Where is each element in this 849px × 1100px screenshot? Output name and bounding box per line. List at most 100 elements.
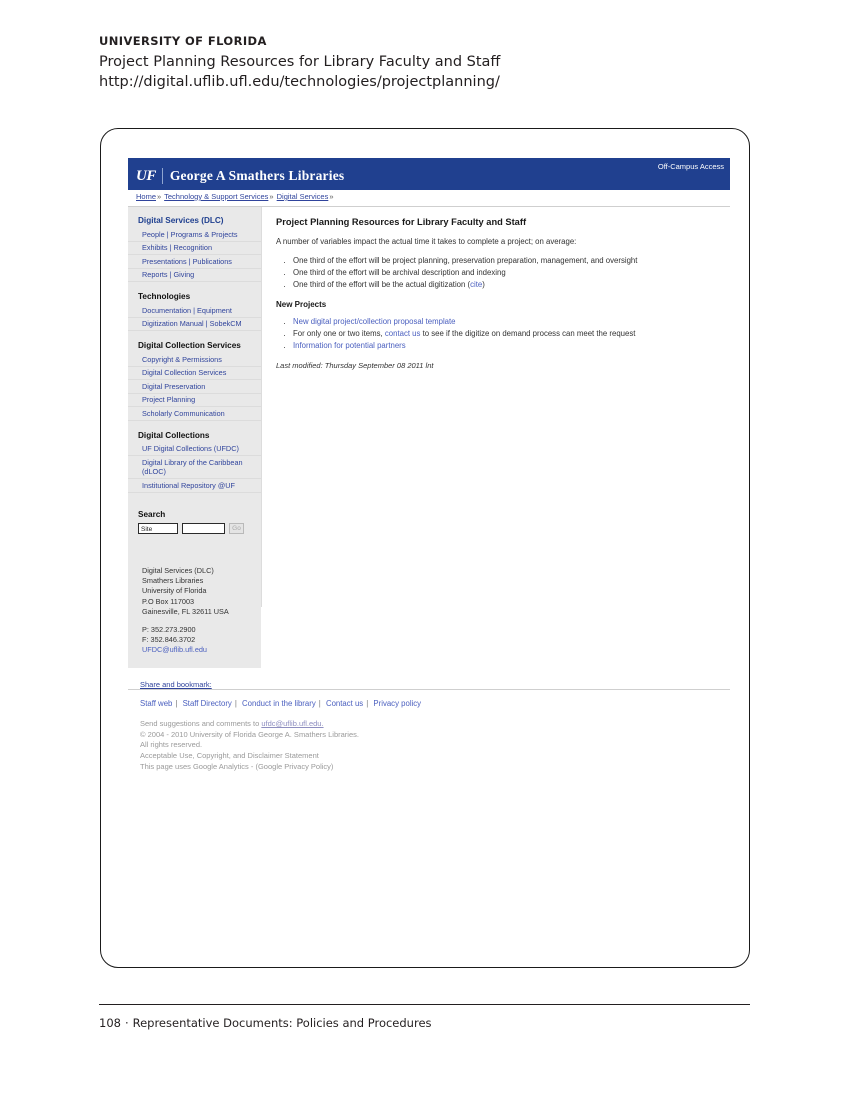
off-campus-access-link[interactable]: Off-Campus Access	[658, 162, 724, 171]
footer-links: Staff web | Staff Directory | Conduct in t…	[140, 699, 730, 708]
sidebar-item-presentations-publications[interactable]: Presentations | Publications	[128, 255, 261, 269]
search-go-button[interactable]: Go	[229, 522, 244, 534]
nav-heading-digital-collection-services: Digital Collection Services	[138, 341, 241, 350]
document-url: http://digital.uflib.ufl.edu/technologie…	[99, 74, 500, 90]
contact-bullet-post: to see if the digitize on demand process…	[420, 329, 636, 338]
sidebar-item-institutional-repository[interactable]: Institutional Repository @UF	[128, 479, 261, 493]
share-and-bookmark-link[interactable]: Share and bookmark:	[128, 667, 730, 689]
list-item: One third of the effort will be archival…	[293, 267, 720, 278]
sidebar-item-digital-preservation[interactable]: Digital Preservation	[128, 380, 261, 394]
footer-suggestions-line: Send suggestions and comments to ufdc@uf…	[140, 719, 730, 730]
footer-suggestions-email-link[interactable]: ufdc@uflib.ufl.edu.	[261, 719, 323, 728]
page-bottom-rule	[99, 1004, 750, 1005]
list-item: For only one or two items, contact us to…	[293, 328, 720, 339]
site-brand[interactable]: UF George A Smathers Libraries	[128, 168, 344, 185]
document-header: UNIVERSITY OF FLORIDA Project Planning R…	[99, 33, 749, 92]
footer-link-contact-us[interactable]: Contact us	[326, 699, 363, 708]
nav-group-digital-collection-services: Digital Collection Services Copyright & …	[128, 340, 261, 421]
university-name: UNIVERSITY OF FLORIDA	[99, 34, 267, 48]
footer-link-staff-directory[interactable]: Staff Directory	[183, 699, 232, 708]
sidebar-item-documentation-equipment[interactable]: Documentation | Equipment	[128, 304, 261, 318]
footer-suggestions-text: Send suggestions and comments to	[140, 718, 262, 728]
breadcrumb-separator-icon: »	[269, 192, 274, 201]
new-projects-heading: New Projects	[276, 300, 327, 309]
breadcrumb-item-home[interactable]: Home	[136, 192, 156, 201]
search-input[interactable]	[182, 522, 225, 534]
nav-group-digital-services: Digital Services (DLC) People | Programs…	[128, 215, 261, 282]
logo-divider-icon	[161, 168, 163, 184]
footer-separator-icon: |	[175, 698, 178, 708]
sidebar-item-project-planning[interactable]: Project Planning	[128, 394, 261, 407]
proposal-template-link[interactable]: New digital project/collection proposal …	[293, 317, 456, 326]
search-form: Site Go	[128, 522, 261, 534]
sidebar-item-ufdc[interactable]: UF Digital Collections (UFDC)	[128, 443, 261, 456]
contact-bullet-pre: For only one or two items,	[293, 329, 385, 338]
page-title: Project Planning Resources for Library F…	[276, 217, 527, 227]
new-projects-list: New digital project/collection proposal …	[276, 316, 720, 351]
breadcrumb-item-technology-support-services[interactable]: Technology & Support Services	[164, 192, 268, 201]
address-line-library: Smathers Libraries	[142, 575, 204, 585]
page-folio: 108 · Representative Documents: Policies a…	[99, 1016, 432, 1030]
cite-link[interactable]: cite	[470, 280, 482, 289]
folio-dot-separator: ·	[124, 1016, 129, 1030]
footer-rights-reserved: All rights reserved.	[140, 740, 203, 750]
page-columns: Digital Services (DLC) People | Programs…	[128, 207, 730, 668]
sidebar-item-exhibits-recognition[interactable]: Exhibits | Recognition	[128, 242, 261, 255]
breadcrumb-separator-icon: »	[329, 192, 334, 201]
sidebar-item-reports-giving[interactable]: Reports | Giving	[128, 269, 261, 282]
document-title: Project Planning Resources for Library F…	[99, 54, 501, 70]
footer-fine-print: Send suggestions and comments to ufdc@uf…	[140, 719, 730, 773]
intro-paragraph: A number of variables impact the actual …	[276, 237, 577, 246]
address-line-org: Digital Services (DLC)	[142, 565, 214, 575]
nav-group-digital-collections: Digital Collections UF Digital Collectio…	[128, 430, 261, 493]
sidebar: Digital Services (DLC) People | Programs…	[128, 207, 261, 668]
nav-heading-digital-services[interactable]: Digital Services (DLC)	[128, 215, 261, 228]
footer-google-analytics: This page uses Google Analytics - (Googl…	[140, 761, 334, 771]
footer-separator-icon: |	[318, 698, 321, 708]
breadcrumb-item-digital-services[interactable]: Digital Services	[277, 192, 329, 201]
list-item: Information for potential partners	[293, 340, 720, 351]
contact-address: Digital Services (DLC) Smathers Librarie…	[128, 534, 261, 656]
address-line-pobox: P.O Box 117003	[142, 596, 195, 606]
site-footer: Staff web | Staff Directory | Conduct in t…	[128, 688, 730, 773]
footer-link-staff-web[interactable]: Staff web	[140, 699, 172, 708]
footer-link-conduct-in-library[interactable]: Conduct in the library	[242, 699, 316, 708]
footer-separator-icon: |	[366, 698, 369, 708]
nav-heading-digital-collections: Digital Collections	[138, 430, 210, 440]
nav-group-technologies: Technologies Documentation | Equipment D…	[128, 291, 261, 331]
contact-us-link[interactable]: contact us	[385, 329, 421, 338]
contact-fax: F: 352.846.3702	[142, 634, 196, 644]
sidebar-item-digitization-manual-sobekcm[interactable]: Digitization Manual | SobekCM	[128, 318, 261, 331]
footer-acceptable-use[interactable]: Acceptable Use, Copyright, and Disclaime…	[140, 751, 730, 762]
sidebar-item-people-programs[interactable]: People | Programs & Projects	[128, 228, 261, 242]
uf-logo[interactable]: UF	[136, 168, 162, 185]
effort-bullet-list: One third of the effort will be project …	[276, 255, 720, 290]
site-banner: UF George A Smathers Libraries Off-Campu…	[128, 158, 730, 190]
potential-partners-link[interactable]: Information for potential partners	[293, 341, 406, 350]
folio-section-title: Representative Documents: Policies and P…	[132, 1016, 432, 1030]
contact-email-link[interactable]: UFDC@uflib.ufl.edu	[142, 645, 207, 654]
sidebar-item-dloc[interactable]: Digital Library of the Caribbean (dLOC)	[128, 456, 261, 479]
breadcrumb-separator-icon: »	[157, 192, 162, 201]
footer-copyright: © 2004 - 2010 University of Florida Geor…	[140, 729, 359, 739]
footer-link-privacy-policy[interactable]: Privacy policy	[373, 699, 421, 708]
contact-phone: P: 352.273.2900	[142, 624, 196, 634]
breadcrumb: Home» Technology & Support Services» Dig…	[128, 190, 730, 207]
last-modified-text: Last modified: Thursday September 08 201…	[276, 361, 434, 370]
footer-separator-icon: |	[234, 698, 237, 708]
main-content: Project Planning Resources for Library F…	[261, 207, 730, 607]
sidebar-item-copyright-permissions[interactable]: Copyright & Permissions	[128, 353, 261, 367]
folio-page-number: 108	[99, 1016, 121, 1030]
list-item: One third of the effort will be the actu…	[293, 279, 720, 290]
cite-close-paren: )	[482, 280, 485, 289]
search-heading: Search	[138, 509, 166, 519]
address-spacer	[142, 618, 255, 625]
embedded-webpage-screenshot: UF George A Smathers Libraries Off-Campu…	[128, 158, 730, 771]
list-item: One third of the effort will be project …	[293, 255, 720, 266]
list-item: New digital project/collection proposal …	[293, 316, 720, 327]
site-banner-title[interactable]: George A Smathers Libraries	[170, 168, 345, 184]
search-scope-select[interactable]: Site	[138, 522, 178, 534]
sidebar-item-scholarly-communication[interactable]: Scholarly Communication	[128, 407, 261, 421]
address-line-city: Gainesville, FL 32611 USA	[142, 607, 229, 617]
sidebar-item-digital-collection-services[interactable]: Digital Collection Services	[128, 367, 261, 380]
